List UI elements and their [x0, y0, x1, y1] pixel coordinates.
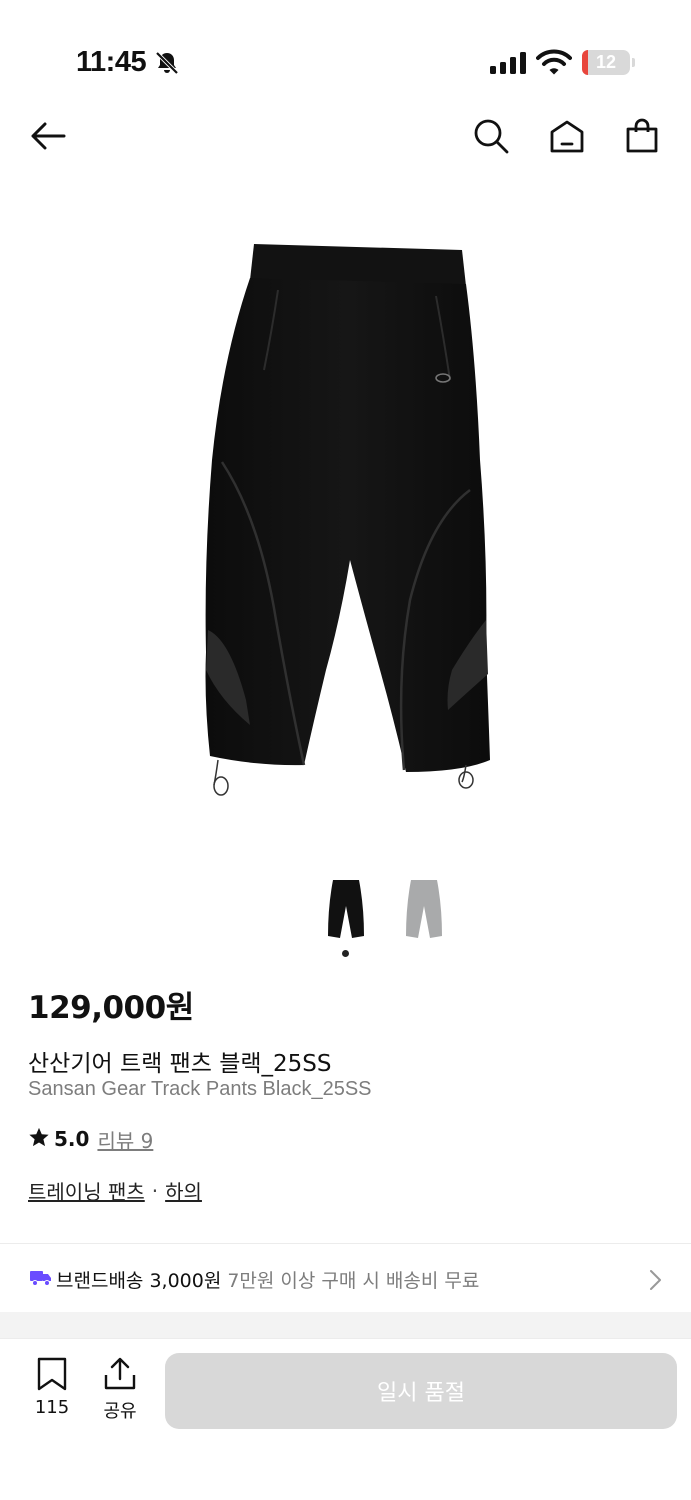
delivery-truck-icon [30, 1269, 52, 1291]
sold-out-button[interactable]: 일시 품절 [165, 1353, 677, 1429]
color-thumbnails [0, 870, 691, 960]
product-name-korean: 산산기어 트랙 팬츠 블랙_25SS [28, 1051, 332, 1077]
shopping-bag-icon [624, 118, 660, 158]
category-separator: · [151, 1178, 159, 1203]
shipping-note: 7만원 이상 구매 시 배송비 무료 [227, 1270, 480, 1292]
gallery-page-indicator [342, 950, 349, 957]
product-price: 129,000원 [28, 990, 194, 1026]
product-name-english: Sansan Gear Track Pants Black_25SS [28, 1078, 372, 1100]
chevron-right-icon [648, 1268, 664, 1296]
share-icon [102, 1357, 138, 1395]
status-time: 11:45 [76, 46, 147, 78]
shipping-text: 브랜드배송 3,000원 7만원 이상 구매 시 배송비 무료 [56, 1266, 479, 1293]
category-breadcrumb: 트레이닝 팬츠 · 하의 [28, 1176, 202, 1205]
cellular-signal-icon [490, 52, 528, 78]
star-icon [28, 1126, 50, 1152]
share-button[interactable]: 공유 [98, 1355, 142, 1422]
thumbnail-grey[interactable] [404, 876, 444, 942]
section-spacer [0, 1312, 691, 1338]
shipping-label: 브랜드배송 3,000원 [56, 1270, 222, 1292]
bottom-action-bar: 115 공유 일시 품절 [0, 1338, 691, 1500]
battery-percent: 12 [595, 52, 617, 72]
product-image[interactable] [0, 200, 691, 840]
bookmark-button[interactable]: 115 [30, 1355, 74, 1421]
review-link[interactable]: 리뷰 9 [97, 1125, 153, 1154]
status-bar: 11:45 12 [0, 0, 691, 110]
share-label: 공유 [103, 1401, 137, 1422]
rating-score: 5.0 [54, 1127, 90, 1151]
rating-row: 5.0 리뷰 9 [28, 1125, 153, 1153]
battery-tip [632, 58, 635, 67]
category-link-training-pants[interactable]: 트레이닝 팬츠 [28, 1176, 145, 1205]
bookmark-icon [36, 1357, 68, 1395]
shipping-info-row[interactable]: 브랜드배송 3,000원 7만원 이상 구매 시 배송비 무료 [0, 1244, 691, 1312]
bookmark-count: 115 [34, 1397, 70, 1418]
thumbnail-black[interactable] [326, 876, 366, 942]
cart-button[interactable] [622, 118, 662, 158]
battery-indicator: 12 [582, 50, 630, 75]
search-icon [473, 118, 509, 158]
search-button[interactable] [471, 118, 511, 158]
top-nav [0, 110, 691, 166]
wifi-icon [536, 49, 572, 79]
bell-muted-icon [154, 50, 180, 80]
back-button[interactable] [28, 118, 68, 158]
home-button[interactable] [547, 118, 587, 158]
back-arrow-icon [28, 120, 68, 156]
category-link-bottoms[interactable]: 하의 [165, 1176, 202, 1205]
home-icon [549, 118, 585, 158]
